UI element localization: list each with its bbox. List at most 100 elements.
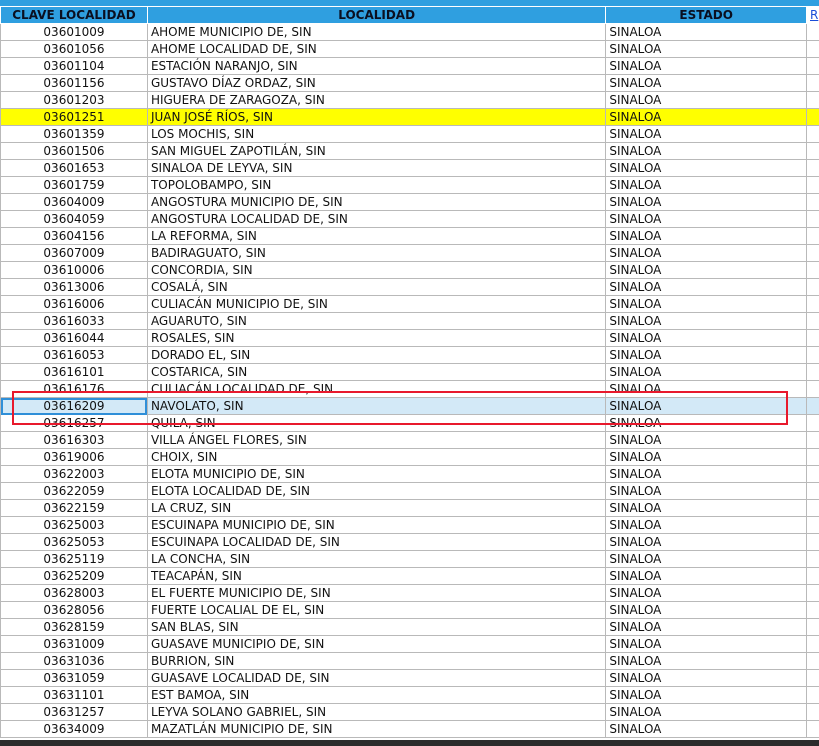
cell-clave[interactable]: 03601359 — [0, 125, 148, 143]
table-row[interactable]: 03616044 ROSALES, SIN SINALOA — [0, 329, 819, 347]
cell-localidad[interactable]: QUILA, SIN — [146, 414, 607, 432]
cell-localidad[interactable]: ELOTA MUNICIPIO DE, SIN — [146, 465, 607, 483]
cell-extra[interactable] — [806, 91, 819, 109]
cell-clave[interactable]: 03601506 — [0, 142, 148, 160]
cell-localidad[interactable]: ESCUINAPA LOCALIDAD DE, SIN — [146, 533, 607, 551]
cell-estado[interactable]: SINALOA — [605, 346, 807, 364]
cell-extra[interactable] — [806, 108, 819, 126]
cell-extra[interactable] — [806, 295, 819, 313]
cell-estado[interactable]: SINALOA — [605, 499, 807, 517]
cell-estado[interactable]: SINALOA — [605, 329, 807, 347]
cell-localidad[interactable]: VILLA ÁNGEL FLORES, SIN — [146, 431, 607, 449]
cell-estado[interactable]: SINALOA — [605, 465, 807, 483]
table-row[interactable]: 03616053 DORADO EL, SIN SINALOA — [0, 346, 819, 364]
cell-localidad[interactable]: SAN BLAS, SIN — [146, 618, 607, 636]
cell-localidad[interactable]: MAZATLÁN MUNICIPIO DE, SIN — [146, 720, 607, 738]
cell-clave[interactable]: 03616006 — [0, 295, 148, 313]
table-row[interactable]: 03634009 MAZATLÁN MUNICIPIO DE, SIN SINALO… — [0, 720, 819, 738]
table-row[interactable]: 03601056 AHOME LOCALIDAD DE, SIN SINALOA — [0, 40, 819, 58]
cell-estado[interactable]: SINALOA — [605, 431, 807, 449]
cell-clave[interactable]: 03607009 — [0, 244, 148, 262]
table-row[interactable]: 03616006 CULIACÁN MUNICIPIO DE, SIN SINALO… — [0, 295, 819, 313]
table-row[interactable]: 03619006 CHOIX, SIN SINALOA — [0, 448, 819, 466]
cell-extra[interactable] — [806, 652, 819, 670]
cell-clave[interactable]: 03628003 — [0, 584, 148, 602]
cell-clave[interactable]: 03625209 — [0, 567, 148, 585]
cell-localidad[interactable]: LEYVA SOLANO GABRIEL, SIN — [146, 703, 607, 721]
cell-extra[interactable] — [806, 550, 819, 568]
cell-estado[interactable]: SINALOA — [605, 57, 807, 75]
cell-clave[interactable]: 03601653 — [0, 159, 148, 177]
cell-clave[interactable]: 03601251 — [0, 108, 148, 126]
table-row[interactable]: 03631009 GUASAVE MUNICIPIO DE, SIN SINALOA — [0, 635, 819, 653]
cell-clave[interactable]: 03631059 — [0, 669, 148, 687]
cell-localidad[interactable]: GUASAVE LOCALIDAD DE, SIN — [146, 669, 607, 687]
cell-extra[interactable] — [806, 380, 819, 398]
bottom-scrollbar[interactable] — [0, 740, 819, 746]
table-row[interactable]: 03616176 CULIACÁN LOCALIDAD DE, SIN SINALO… — [0, 380, 819, 398]
table-row[interactable]: 03616209 NAVOLATO, SIN SINALOA — [0, 397, 819, 415]
cell-clave[interactable]: 03610006 — [0, 261, 148, 279]
cell-clave[interactable]: 03604156 — [0, 227, 148, 245]
cell-localidad[interactable]: CULIACÁN LOCALIDAD DE, SIN — [146, 380, 607, 398]
table-row[interactable]: 03604156 LA REFORMA, SIN SINALOA — [0, 227, 819, 245]
cell-clave[interactable]: 03634009 — [0, 720, 148, 738]
cell-localidad[interactable]: COSTARICA, SIN — [146, 363, 607, 381]
column-header-localidad[interactable]: LOCALIDAD — [146, 6, 607, 24]
cell-extra[interactable] — [806, 601, 819, 619]
cell-estado[interactable]: SINALOA — [605, 210, 807, 228]
cell-clave[interactable]: 03601056 — [0, 40, 148, 58]
cell-estado[interactable]: SINALOA — [605, 414, 807, 432]
cell-estado[interactable]: SINALOA — [605, 516, 807, 534]
cell-localidad[interactable]: HIGUERA DE ZARAGOZA, SIN — [146, 91, 607, 109]
table-row[interactable]: 03628003 EL FUERTE MUNICIPIO DE, SIN SINAL… — [0, 584, 819, 602]
table-row[interactable]: 03616033 AGUARUTO, SIN SINALOA — [0, 312, 819, 330]
cell-extra[interactable] — [806, 176, 819, 194]
table-row[interactable]: 03622059 ELOTA LOCALIDAD DE, SIN SINALOA — [0, 482, 819, 500]
column-header-clave[interactable]: CLAVE LOCALIDAD — [0, 6, 148, 24]
cell-estado[interactable]: SINALOA — [605, 23, 807, 41]
cell-clave[interactable]: 03616209 — [0, 397, 148, 415]
cell-estado[interactable]: SINALOA — [605, 601, 807, 619]
cell-clave[interactable]: 03604009 — [0, 193, 148, 211]
cell-estado[interactable]: SINALOA — [605, 652, 807, 670]
cell-estado[interactable]: SINALOA — [605, 448, 807, 466]
table-row[interactable]: 03625003 ESCUINAPA MUNICIPIO DE, SIN SINAL… — [0, 516, 819, 534]
cell-localidad[interactable]: CHOIX, SIN — [146, 448, 607, 466]
cell-extra[interactable] — [806, 278, 819, 296]
table-row[interactable]: 03631257 LEYVA SOLANO GABRIEL, SIN SINALOA — [0, 703, 819, 721]
cell-clave[interactable]: 03616053 — [0, 346, 148, 364]
cell-estado[interactable]: SINALOA — [605, 125, 807, 143]
cell-localidad[interactable]: JUAN JOSÉ RÍOS, SIN — [146, 108, 607, 126]
table-row[interactable]: 03616101 COSTARICA, SIN SINALOA — [0, 363, 819, 381]
cell-estado[interactable]: SINALOA — [605, 227, 807, 245]
table-row[interactable]: 03628056 FUERTE LOCALIAL DE EL, SIN SINALO… — [0, 601, 819, 619]
cell-localidad[interactable]: SAN MIGUEL ZAPOTILÁN, SIN — [146, 142, 607, 160]
cell-localidad[interactable]: LA REFORMA, SIN — [146, 227, 607, 245]
cell-estado[interactable]: SINALOA — [605, 91, 807, 109]
cell-extra[interactable] — [806, 482, 819, 500]
cell-estado[interactable]: SINALOA — [605, 312, 807, 330]
cell-extra[interactable] — [806, 516, 819, 534]
cell-estado[interactable]: SINALOA — [605, 703, 807, 721]
cell-extra[interactable] — [806, 584, 819, 602]
cell-estado[interactable]: SINALOA — [605, 567, 807, 585]
cell-localidad[interactable]: EL FUERTE MUNICIPIO DE, SIN — [146, 584, 607, 602]
cell-estado[interactable]: SINALOA — [605, 363, 807, 381]
cell-clave[interactable]: 03625003 — [0, 516, 148, 534]
cell-extra[interactable] — [806, 431, 819, 449]
cell-estado[interactable]: SINALOA — [605, 278, 807, 296]
cell-localidad[interactable]: GUASAVE MUNICIPIO DE, SIN — [146, 635, 607, 653]
cell-extra[interactable] — [806, 533, 819, 551]
cell-clave[interactable]: 03631101 — [0, 686, 148, 704]
cell-extra[interactable] — [806, 261, 819, 279]
cell-clave[interactable]: 03601156 — [0, 74, 148, 92]
cell-localidad[interactable]: LA CRUZ, SIN — [146, 499, 607, 517]
cell-extra[interactable] — [806, 618, 819, 636]
cell-extra[interactable] — [806, 210, 819, 228]
cell-clave[interactable]: 03625053 — [0, 533, 148, 551]
table-row[interactable]: 03625119 LA CONCHA, SIN SINALOA — [0, 550, 819, 568]
table-row[interactable]: 03601359 LOS MOCHIS, SIN SINALOA — [0, 125, 819, 143]
cell-localidad[interactable]: ELOTA LOCALIDAD DE, SIN — [146, 482, 607, 500]
table-row[interactable]: 03622003 ELOTA MUNICIPIO DE, SIN SINALOA — [0, 465, 819, 483]
